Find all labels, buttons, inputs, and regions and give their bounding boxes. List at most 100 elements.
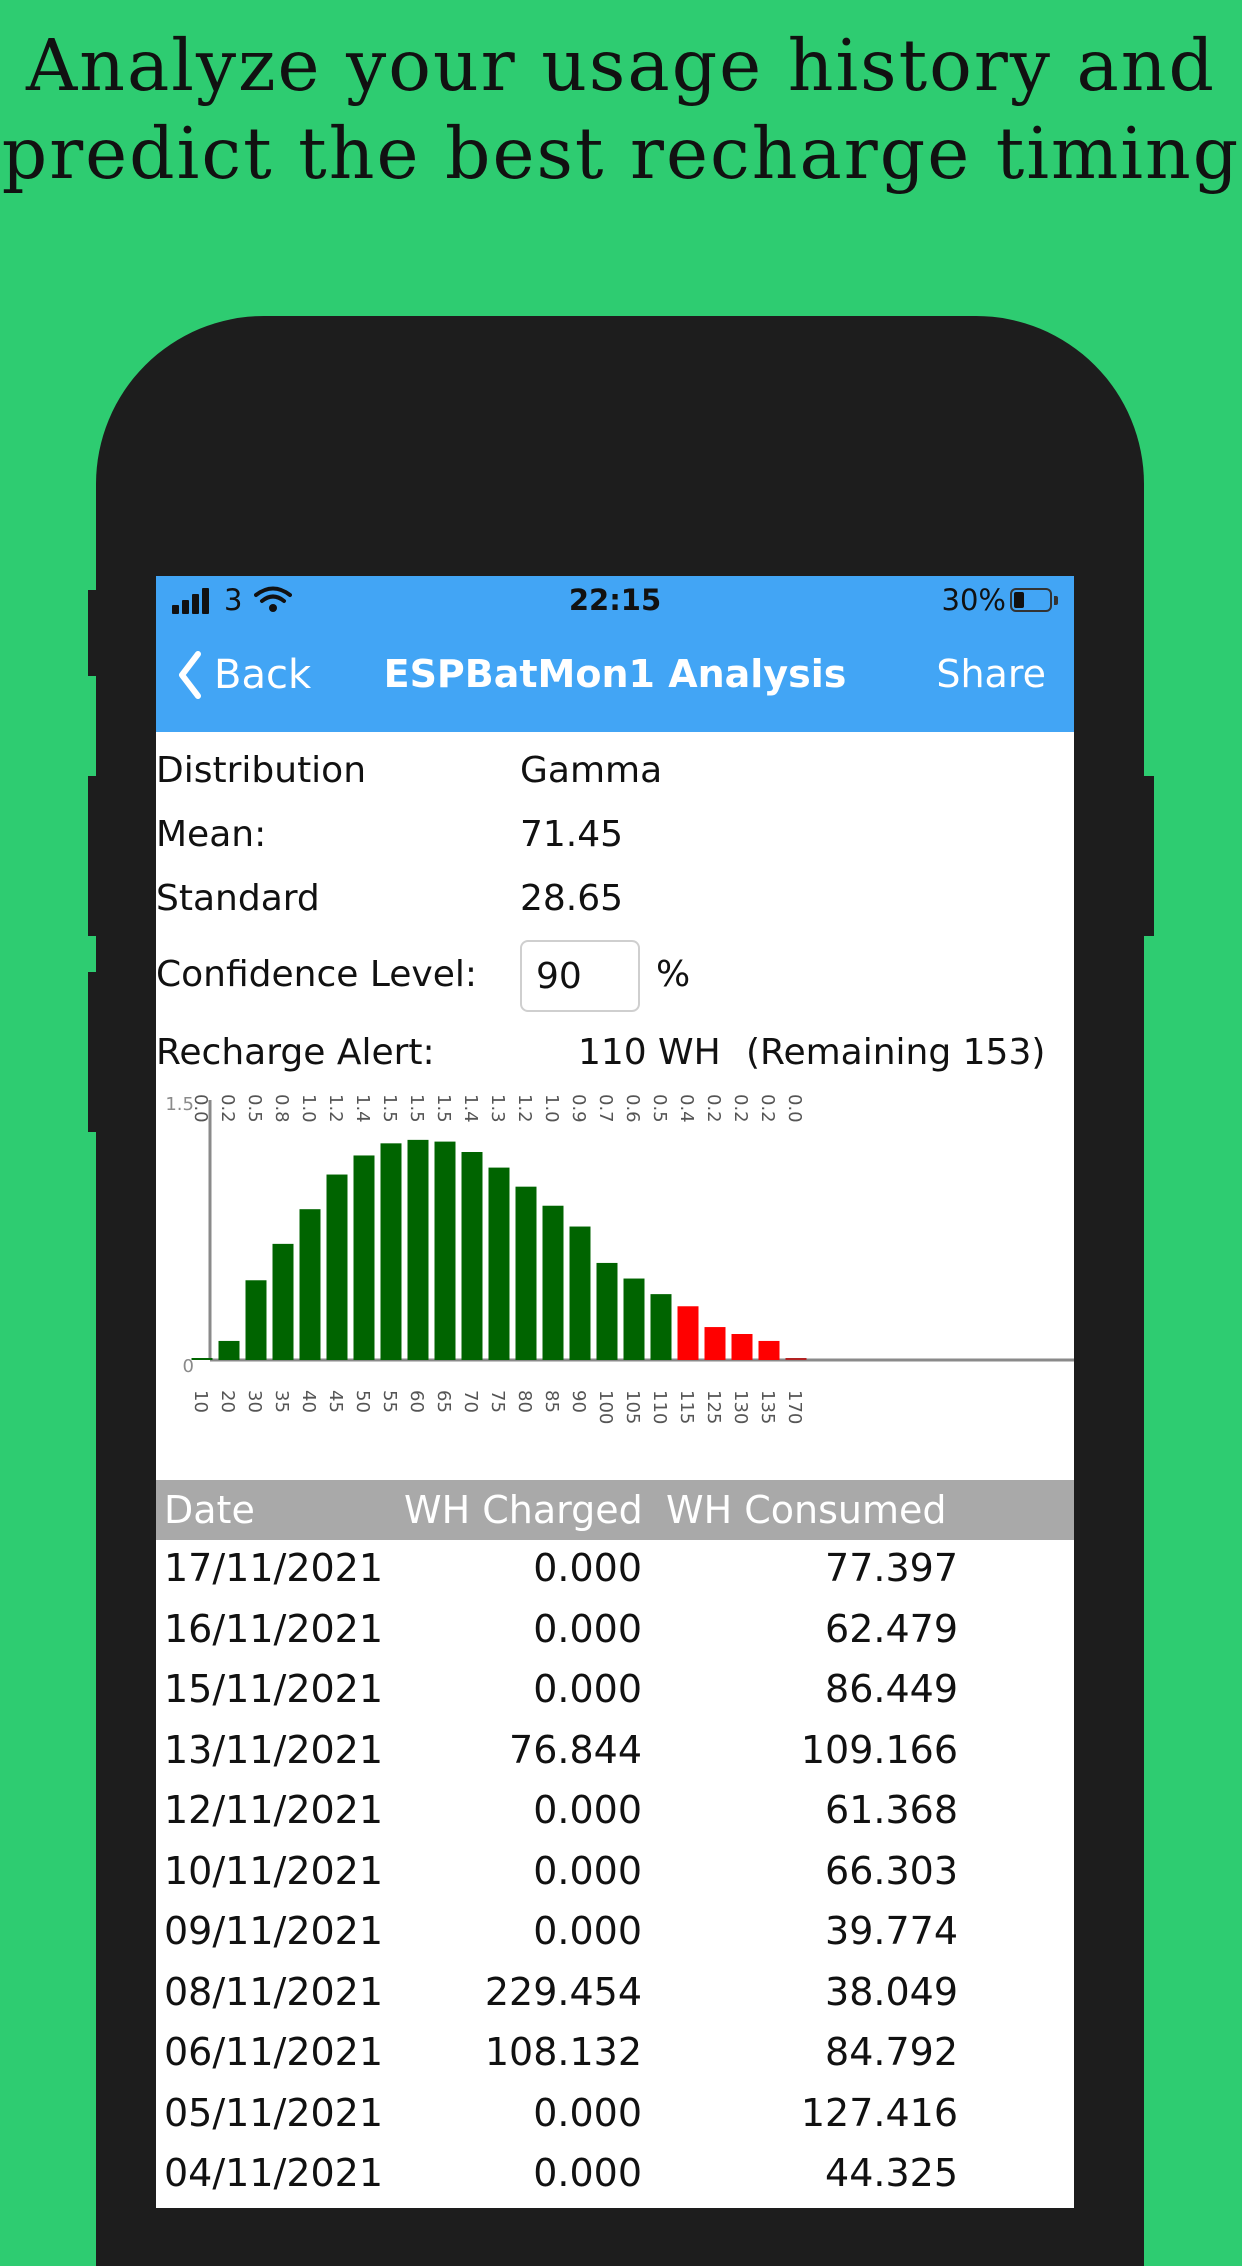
x-tick-label: 30 xyxy=(244,1390,265,1413)
recharge-alert-value: 110 xyxy=(578,1032,647,1073)
chart-bar xyxy=(191,1358,213,1360)
confidence-level-input[interactable] xyxy=(520,940,640,1012)
x-tick-label: 20 xyxy=(217,1390,238,1413)
x-tick-label: 70 xyxy=(460,1390,481,1413)
table-row[interactable]: 05/11/2021 0.000 127.416 xyxy=(156,2085,1074,2146)
cell-date: 10/11/2021 xyxy=(164,1848,384,1893)
standard-value: 28.65 xyxy=(520,878,624,919)
x-tick-label: 10 xyxy=(190,1390,211,1413)
history-table: 17/11/2021 0.000 77.397 16/11/2021 0.000 62.4… xyxy=(156,1540,1074,2206)
cell-wh-charged: 0.000 xyxy=(533,1788,642,1832)
cell-date: 15/11/2021 xyxy=(164,1667,384,1711)
bar-value-label: 0.7 xyxy=(595,1094,616,1123)
battery-icon xyxy=(1010,588,1060,614)
x-tick-label: 75 xyxy=(487,1390,508,1413)
bar-value-label: 0.2 xyxy=(757,1094,778,1123)
chart-bar xyxy=(218,1340,240,1360)
chart-bar xyxy=(650,1294,672,1360)
chart-bar xyxy=(596,1262,618,1360)
chart-bar xyxy=(731,1334,753,1360)
x-tick-label: 50 xyxy=(352,1390,373,1413)
bar-value-label: 0.0 xyxy=(190,1094,211,1123)
x-tick-label: 65 xyxy=(433,1390,454,1413)
table-row[interactable]: 10/11/2021 0.000 66.303 xyxy=(156,1843,1074,1904)
mean-label: Mean: xyxy=(156,814,267,855)
x-tick-label: 125 xyxy=(703,1390,724,1424)
chart-bar xyxy=(488,1167,510,1360)
table-row[interactable]: 12/11/2021 0.000 61.368 xyxy=(156,1782,1074,1843)
bar-value-label: 1.5 xyxy=(379,1094,400,1123)
table-row[interactable]: 16/11/2021 0.000 62.479 xyxy=(156,1601,1074,1662)
table-row[interactable]: 08/11/2021 229.454 38.049 xyxy=(156,1964,1074,2025)
cell-wh-charged: 229.454 xyxy=(484,1969,642,2014)
bar-value-label: 1.5 xyxy=(433,1094,454,1123)
cell-wh-charged: 0.000 xyxy=(533,1546,642,1590)
cell-date: 08/11/2021 xyxy=(164,1969,384,2014)
chart-bar xyxy=(461,1152,483,1360)
bar-value-label: 0.0 xyxy=(784,1094,805,1123)
x-tick-label: 85 xyxy=(541,1390,562,1413)
table-row[interactable]: 06/11/2021 108.132 84.792 xyxy=(156,2024,1074,2085)
recharge-alert-label: Recharge Alert: xyxy=(156,1032,435,1073)
cell-wh-charged: 76.844 xyxy=(509,1727,642,1772)
phone-volume-up-button xyxy=(88,776,98,936)
x-tick-label: 115 xyxy=(676,1390,697,1424)
table-header: Date WH Charged WH Consumed xyxy=(156,1480,1074,1540)
cell-date: 06/11/2021 xyxy=(164,2030,384,2074)
table-row[interactable]: 15/11/2021 0.000 86.449 xyxy=(156,1661,1074,1722)
cell-wh-consumed: 109.166 xyxy=(800,1727,958,1772)
navigation-bar: Back ESPBatMon1 Analysis Share xyxy=(156,624,1074,732)
cell-wh-consumed: 127.416 xyxy=(800,2090,958,2135)
chart-bar xyxy=(326,1174,348,1360)
bar-value-label: 0.2 xyxy=(730,1094,751,1123)
table-row[interactable]: 09/11/2021 0.000 39.774 xyxy=(156,1903,1074,1964)
chevron-left-icon xyxy=(179,651,201,699)
chart-bar xyxy=(407,1139,429,1360)
chart-bar xyxy=(353,1155,375,1360)
back-button[interactable]: Back xyxy=(176,650,311,700)
mean-value: 71.45 xyxy=(520,814,624,855)
bar-value-label: 0.6 xyxy=(622,1094,643,1123)
share-button[interactable]: Share xyxy=(936,652,1046,696)
bar-value-label: 0.5 xyxy=(649,1094,670,1123)
y-tick-label: 1.5 xyxy=(165,1094,194,1115)
x-tick-label: 130 xyxy=(730,1390,751,1424)
table-row[interactable]: 04/11/2021 0.000 44.325 xyxy=(156,2145,1074,2206)
x-tick-label: 100 xyxy=(595,1390,616,1424)
table-row[interactable]: 17/11/2021 0.000 77.397 xyxy=(156,1540,1074,1601)
chart-bar xyxy=(515,1186,537,1360)
bar-value-label: 1.0 xyxy=(541,1094,562,1123)
headline-line-2: predict the best recharge timing xyxy=(1,112,1241,195)
standard-label: Standard xyxy=(156,878,320,919)
chart-bar xyxy=(299,1209,321,1360)
cell-wh-charged: 0.000 xyxy=(533,1667,642,1711)
bar-value-label: 0.5 xyxy=(244,1094,265,1123)
cell-date: 13/11/2021 xyxy=(164,1727,384,1772)
cell-wh-consumed: 84.792 xyxy=(825,2030,958,2074)
cell-wh-consumed: 61.368 xyxy=(825,1788,958,1832)
cell-wh-charged: 0.000 xyxy=(533,1606,642,1651)
status-bar: 3 22:15 30% xyxy=(156,576,1074,624)
confidence-level-label: Confidence Level: xyxy=(156,954,478,995)
chart-bar xyxy=(380,1143,402,1360)
cell-date: 17/11/2021 xyxy=(164,1546,384,1590)
cell-wh-consumed: 66.303 xyxy=(825,1848,958,1893)
bar-value-label: 0.2 xyxy=(217,1094,238,1123)
distribution-chart: 1.500.0100.2200.5300.8351.0401.2451.4501… xyxy=(165,1094,1074,1424)
status-time: 22:15 xyxy=(568,583,662,617)
cell-wh-consumed: 86.449 xyxy=(825,1667,958,1711)
column-header-date: Date xyxy=(164,1488,255,1532)
cell-wh-charged: 108.132 xyxy=(484,2030,642,2074)
x-tick-label: 80 xyxy=(514,1390,535,1413)
battery-percent: 30% xyxy=(941,583,1006,617)
bar-value-label: 0.2 xyxy=(703,1094,724,1123)
cell-wh-consumed: 39.774 xyxy=(825,1909,958,1953)
chart-bar xyxy=(434,1141,456,1360)
x-tick-label: 110 xyxy=(649,1390,670,1424)
chart-bar xyxy=(758,1340,780,1360)
x-tick-label: 90 xyxy=(568,1390,589,1413)
bar-value-label: 1.4 xyxy=(460,1094,481,1123)
chart-bar xyxy=(245,1280,267,1360)
bar-value-label: 0.8 xyxy=(271,1094,292,1123)
table-row[interactable]: 13/11/2021 76.844 109.166 xyxy=(156,1722,1074,1783)
